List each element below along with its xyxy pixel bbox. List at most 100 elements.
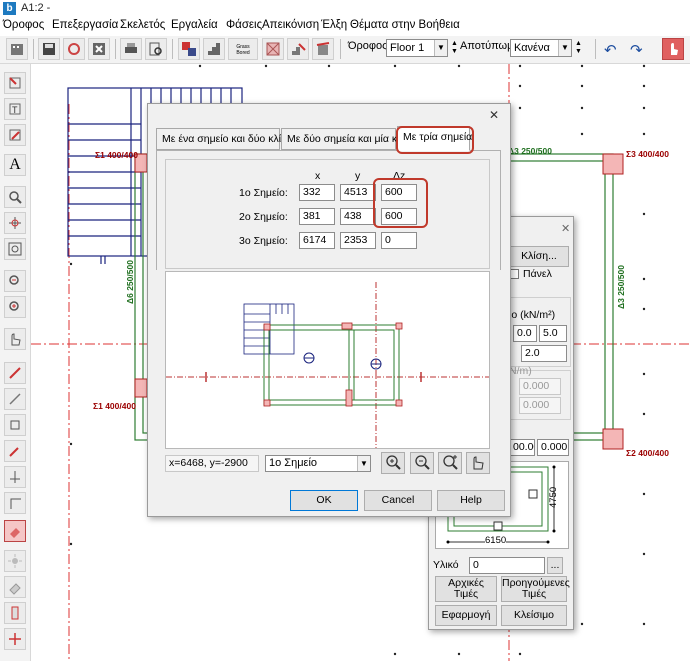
edit-icon[interactable] (4, 124, 26, 146)
menu-bar: Όροφος Επεξεργασία Σκελετός Εργαλεία Φάσ… (0, 17, 690, 36)
menu-edit[interactable]: Επεξεργασία (52, 19, 118, 31)
zoom-out-icon[interactable] (4, 270, 26, 292)
point-3-label: 3ο Σημείο: (239, 235, 288, 247)
footprint-select[interactable]: Κανένα ▼ (510, 39, 572, 57)
stairs-tool-icon[interactable] (203, 38, 225, 60)
redo-icon[interactable]: ↷ (630, 41, 643, 59)
print-icon[interactable] (120, 38, 142, 60)
close-icon[interactable]: ✕ (489, 108, 499, 122)
undo-icon[interactable]: ↶ (604, 41, 617, 59)
menu-skeleton[interactable]: Σκελετός (120, 19, 165, 31)
delete-stairs-icon[interactable] (287, 38, 309, 60)
coord-input-1[interactable]: 00.00 (509, 439, 535, 456)
menu-floor[interactable]: Όροφος (3, 19, 44, 31)
menu-snap[interactable]: Έλξη (321, 19, 347, 31)
tab-two-points-one-slope[interactable]: Με δύο σημεία και μία κλίση (281, 128, 417, 150)
floor-select[interactable]: Floor 1 ▼ (386, 39, 448, 57)
close-icon[interactable]: ✕ (561, 222, 570, 235)
point-1-x-input[interactable]: 332 (299, 184, 335, 201)
eraser-tool-icon[interactable] (4, 576, 26, 598)
slope-button[interactable]: Κλίση... (509, 246, 569, 267)
move-icon[interactable] (4, 628, 26, 650)
tools-icon[interactable] (63, 38, 85, 60)
point-1-label: 1ο Σημείο: (239, 187, 288, 199)
load-input-2[interactable]: 5.0 (539, 325, 567, 342)
print-preview-icon[interactable] (145, 38, 167, 60)
left-toolbar: T A (0, 64, 31, 661)
cancel-button[interactable]: Cancel (364, 490, 432, 511)
close-button[interactable]: Κλείσιμο (501, 605, 567, 626)
toolbar-separator (33, 39, 34, 59)
material-label: Υλικό (433, 559, 459, 571)
load-input-1[interactable]: 0.0 (513, 325, 537, 342)
zoom-center-icon[interactable] (4, 212, 26, 234)
plan-preview[interactable] (165, 271, 490, 449)
cross-box-icon[interactable] (262, 38, 284, 60)
hand-pointer-icon[interactable] (662, 38, 684, 60)
beam-label-left: Δ6 250/500 (125, 260, 135, 304)
perpendicular-icon[interactable] (4, 466, 26, 488)
point-select[interactable]: 1ο Σημείο ▼ (265, 455, 371, 472)
zoom-all-icon[interactable] (381, 452, 405, 474)
help-button[interactable]: Help (437, 490, 505, 511)
line-draw-icon[interactable] (4, 388, 26, 410)
coord-input-2[interactable]: 0.000 (537, 439, 569, 456)
text-frame-icon[interactable]: T (4, 98, 26, 120)
menu-phases[interactable]: Φάσεις (226, 19, 262, 31)
cursor-coordinates: x=6468, y=-2900 (165, 455, 259, 472)
floor-spin-icon[interactable]: ▲ ▼ (451, 40, 460, 58)
height-dimension: 4750 (548, 486, 559, 508)
initial-values-button[interactable]: Αρχικές Τιμές (435, 576, 497, 602)
zoom-extents-icon[interactable] (4, 238, 26, 260)
point-2-x-input[interactable]: 381 (299, 208, 335, 225)
menu-tools[interactable]: Εργαλεία (171, 19, 218, 31)
point-3-dz-input[interactable]: 0 (381, 232, 417, 249)
sun-icon[interactable] (4, 550, 26, 572)
material-input[interactable]: 0 (469, 557, 545, 574)
zoom-in-icon[interactable] (4, 296, 26, 318)
point-3-x-input[interactable]: 6174 (299, 232, 335, 249)
column-icon[interactable] (4, 602, 26, 624)
pan-hand-icon[interactable] (4, 328, 26, 350)
tab-one-point-two-slopes[interactable]: Με ένα σημείο και δύο κλίσεις (156, 128, 300, 150)
pan-hand-icon[interactable] (466, 452, 490, 474)
highlight-three-points-tab (396, 126, 474, 154)
building-beam-icon[interactable] (312, 38, 334, 60)
pencil-icon[interactable] (4, 440, 26, 462)
menu-help-topics[interactable]: Θέματα στην Βοήθεια (350, 19, 460, 31)
apply-button[interactable]: Εφαρμογή (435, 605, 497, 626)
column-x-header: x (315, 170, 321, 182)
column-label-top-left: Σ1 400/400 (95, 150, 138, 160)
close-file-icon[interactable] (88, 38, 110, 60)
text-icon[interactable]: A (4, 154, 26, 176)
toolbar-separator (340, 39, 341, 59)
zoom-window-icon[interactable] (4, 186, 26, 208)
eraser-icon[interactable] (4, 520, 26, 542)
ok-button[interactable]: OK (290, 490, 358, 511)
corner-icon[interactable] (4, 492, 26, 514)
menu-view[interactable]: Απεικόνιση (262, 19, 319, 31)
slab-icon[interactable] (178, 38, 200, 60)
point-1-y-input[interactable]: 4513 (340, 184, 376, 201)
disabled-input-1: 0.000 (519, 378, 561, 395)
grass-tool-button[interactable]: Grass Bored (228, 38, 258, 60)
chevron-down-icon: ▼ (357, 456, 370, 471)
footprint-spin-icon[interactable]: ▲ ▼ (575, 40, 584, 58)
value-input[interactable]: 2.0 (521, 345, 567, 362)
point-2-label: 2ο Σημείο: (239, 211, 288, 223)
save-icon[interactable] (38, 38, 60, 60)
zoom-in-icon[interactable] (438, 452, 462, 474)
width-dimension: 6150 (485, 535, 507, 546)
import-icon[interactable] (4, 72, 26, 94)
line-icon[interactable] (4, 362, 26, 384)
floor-select-value: Floor 1 (390, 42, 425, 54)
material-browse-button[interactable]: ... (547, 557, 563, 574)
column-label-bottom-left: Σ1 400/400 (93, 401, 136, 411)
point-3-y-input[interactable]: 2353 (340, 232, 376, 249)
highlight-dz-values (373, 178, 428, 228)
building-icon[interactable] (6, 38, 28, 60)
point-2-y-input[interactable]: 438 (340, 208, 376, 225)
zoom-out-icon[interactable] (410, 452, 434, 474)
previous-values-button[interactable]: Προηγούμενες Τιμές (501, 576, 570, 602)
rectangle-icon[interactable] (4, 414, 26, 436)
